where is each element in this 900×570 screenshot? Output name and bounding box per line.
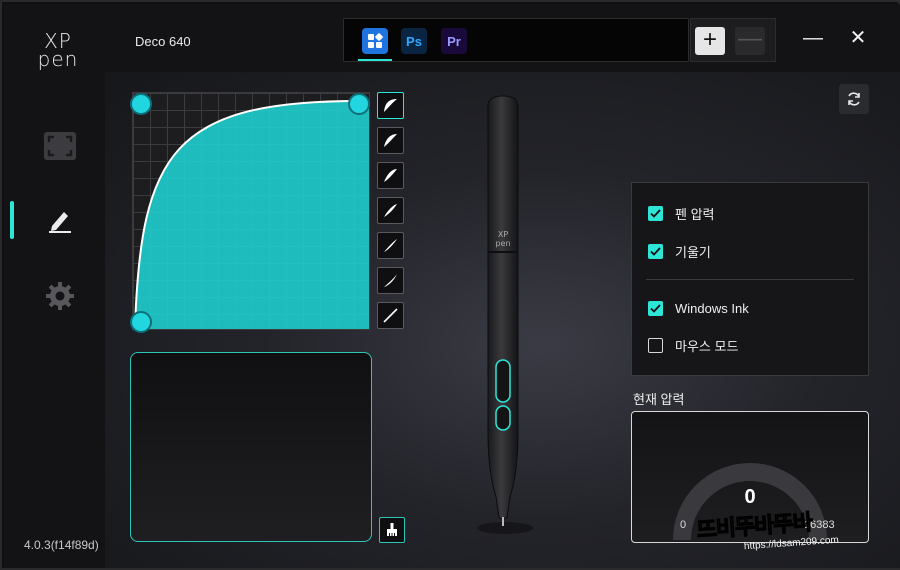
curve-preset-1[interactable] <box>377 92 404 119</box>
curve-preset-2[interactable] <box>377 127 404 154</box>
curve-preset-3[interactable] <box>377 162 404 189</box>
broom-icon <box>387 523 397 536</box>
pen-brand-line1: XP <box>498 230 508 239</box>
curve-preset-icon <box>383 308 398 323</box>
curve-preset-icon <box>384 99 397 112</box>
curve-preset-icon <box>384 204 397 217</box>
option-mouse-mode[interactable]: 마우스 모드 <box>648 335 738 355</box>
minimize-button[interactable]: — <box>801 26 825 50</box>
app-photoshop-button[interactable]: Ps <box>401 28 427 54</box>
pen-icon <box>49 212 71 233</box>
checkbox-tilt[interactable] <box>648 243 663 259</box>
option-tilt[interactable]: 기울기 <box>648 241 711 261</box>
current-pressure-label: 현재 압력 <box>633 392 685 407</box>
curve-handle-bottom-left[interactable] <box>130 311 152 333</box>
checkbox-pen-pressure[interactable] <box>648 205 663 221</box>
work-area-icon <box>44 132 76 160</box>
reset-button[interactable] <box>839 84 869 114</box>
curve-preset-5[interactable] <box>377 232 404 259</box>
curve-handle-top-left[interactable] <box>130 93 152 115</box>
selected-app-indicator <box>358 59 392 61</box>
option-label: 마우스 모드 <box>675 338 739 354</box>
checkbox-windows-ink[interactable] <box>648 300 663 316</box>
check-icon <box>650 303 661 313</box>
check-icon <box>650 208 661 218</box>
options-divider <box>646 279 854 280</box>
pressure-test-area[interactable] <box>130 352 372 542</box>
curve-preset-4[interactable] <box>377 197 404 224</box>
app-switcher: Ps Pr <box>343 18 689 62</box>
active-nav-indicator <box>10 201 14 239</box>
all-apps-icon <box>368 33 383 48</box>
curve-handle-top-right[interactable] <box>348 93 370 115</box>
app-add-remove-group: + — <box>690 18 776 62</box>
top-bar: Deco 640 Ps Pr + — — ✕ <box>105 4 900 72</box>
option-label: 펜 압력 <box>675 206 715 222</box>
app-premiere-button[interactable]: Pr <box>441 28 467 54</box>
refresh-icon <box>848 92 860 106</box>
version-label: 4.0.3(f14f89d) <box>24 538 99 552</box>
pressure-curve-editor[interactable] <box>132 92 370 330</box>
xppen-logo: XP pen <box>37 29 79 71</box>
pressure-min: 0 <box>680 519 687 531</box>
curve-preset-icon <box>384 134 397 147</box>
option-label: Windows Ink <box>675 300 749 316</box>
pen-illustration: XP pen <box>477 95 533 534</box>
pen-lower-button[interactable] <box>495 405 511 431</box>
settings-nav-button[interactable] <box>40 276 80 316</box>
pen-upper-button[interactable] <box>495 359 511 403</box>
gear-icon <box>46 282 74 310</box>
check-icon <box>650 246 661 256</box>
option-pen-pressure[interactable]: 펜 압력 <box>648 203 715 223</box>
curve-preset-icon <box>384 274 397 287</box>
curve-preset-6[interactable] <box>377 267 404 294</box>
pen-settings-panel: XP pen 펜 압력 기울기 Windows Ink 마우스 모드 현재 압력… <box>105 72 900 568</box>
curve-preset-icon <box>384 169 397 182</box>
remove-app-button[interactable]: — <box>735 27 765 55</box>
pen-options-panel: 펜 압력 기울기 Windows Ink 마우스 모드 <box>631 182 869 376</box>
clear-test-area-button[interactable] <box>379 517 405 543</box>
add-app-button[interactable]: + <box>695 27 725 55</box>
pen-nav-button[interactable] <box>40 200 80 240</box>
checkbox-mouse-mode[interactable] <box>648 337 663 353</box>
app-window: XP pen 4.0.3(f14f89d) Deco 640 Ps Pr + —… <box>0 0 900 570</box>
pen-brand-line2: pen <box>495 239 510 248</box>
option-label: 기울기 <box>675 244 711 260</box>
curve-preset-7[interactable] <box>377 302 404 329</box>
device-name: Deco 640 <box>135 34 191 49</box>
pressure-curve <box>134 100 369 329</box>
sidebar: XP pen 4.0.3(f14f89d) <box>4 4 105 568</box>
close-button[interactable]: ✕ <box>846 26 870 50</box>
app-all-button[interactable] <box>362 28 388 54</box>
work-area-nav-button[interactable] <box>40 126 80 166</box>
curve-preset-icon <box>384 239 397 252</box>
option-windows-ink[interactable]: Windows Ink <box>648 298 749 318</box>
